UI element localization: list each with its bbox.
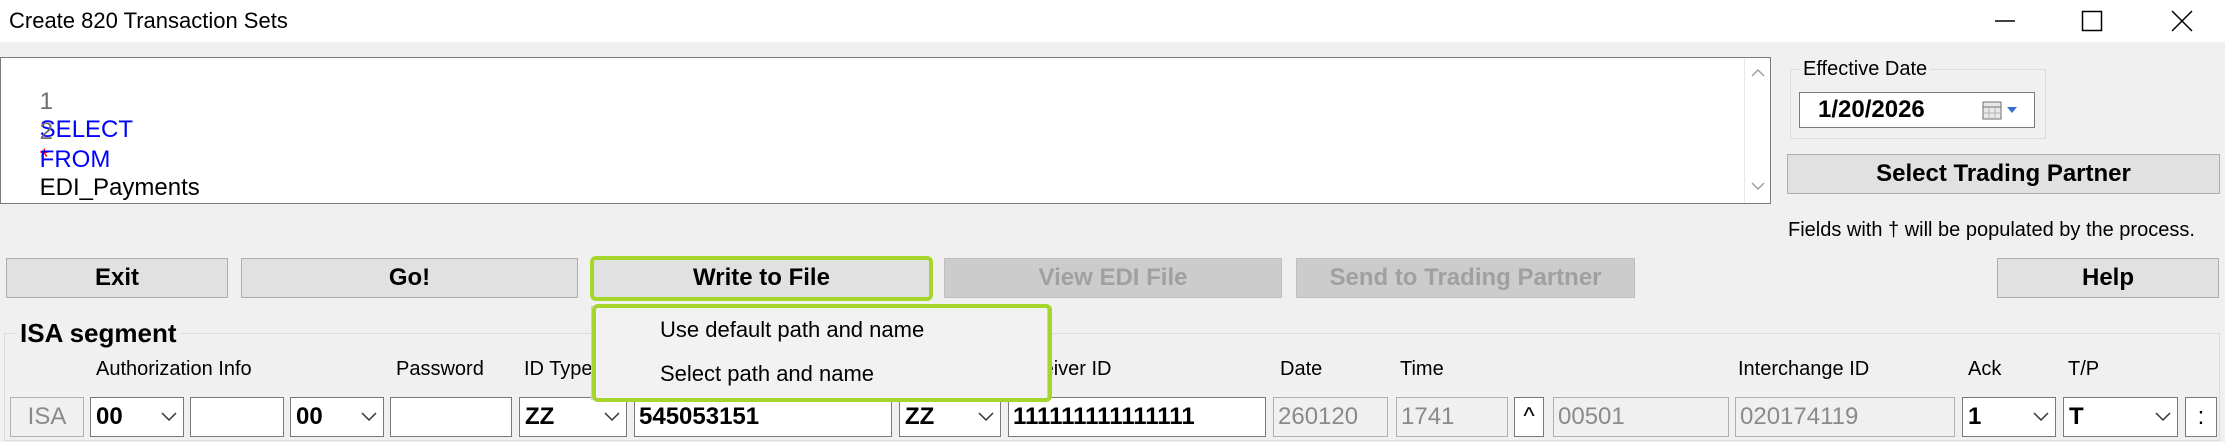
write-button-highlight (590, 256, 933, 301)
authorization-info-label: Authorization Info (96, 358, 252, 380)
effective-date-picker[interactable]: 1/20/2026 (1799, 92, 2035, 128)
line-number: 2 (39, 118, 54, 145)
chevron-down-icon (604, 412, 620, 422)
date-label: Date (1280, 358, 1323, 380)
chevron-down-icon (2033, 412, 2049, 422)
password-input[interactable] (390, 397, 512, 437)
tp-label: T/P (2068, 358, 2100, 380)
authorization-qualifier-select[interactable]: 00 (90, 397, 184, 437)
ack-label: Ack (1968, 358, 2002, 380)
interchange-id-field: 020174119 (1735, 397, 1955, 437)
chevron-down-icon (2155, 412, 2171, 422)
authorization-qualifier-value: 00 (96, 403, 123, 430)
test-production-select[interactable]: T (2063, 397, 2178, 437)
sender-id-input[interactable]: 545053151 (634, 397, 892, 437)
view-edi-file-button[interactable]: View EDI File (944, 258, 1282, 298)
maximize-button[interactable] (2057, 0, 2127, 42)
time-label: Time (1400, 358, 1444, 380)
close-button[interactable] (2147, 0, 2217, 42)
time-field: 1741 (1396, 397, 1508, 437)
editor-scrollbar[interactable] (1744, 58, 1770, 203)
minimize-icon (1995, 20, 2015, 22)
maximize-icon (2081, 10, 2103, 32)
password-qualifier-select[interactable]: 00 (290, 397, 384, 437)
chevron-down-icon (978, 412, 994, 422)
select-trading-partner-button[interactable]: Select Trading Partner (1787, 154, 2220, 194)
password-qualifier-value: 00 (296, 403, 323, 430)
scroll-down-icon[interactable] (1751, 181, 1765, 191)
ack-select[interactable]: 1 (1962, 397, 2056, 437)
authorization-info-input[interactable] (190, 397, 284, 437)
calendar-icon[interactable] (1982, 101, 2022, 121)
go-button[interactable]: Go! (241, 258, 578, 298)
test-production-value: T (2069, 403, 2084, 430)
window-title: Create 820 Transaction Sets (9, 8, 288, 33)
id-type-label: ID Type (524, 358, 593, 380)
ack-value: 1 (1968, 403, 1982, 430)
exit-button[interactable]: Exit (6, 258, 228, 298)
date-field: 260120 (1273, 397, 1388, 437)
chevron-down-icon (361, 412, 377, 422)
sql-token: EDI_Payments (39, 174, 200, 201)
receiver-id-type-select[interactable]: ZZ (899, 397, 1001, 437)
effective-date-label: Effective Date (1800, 58, 1931, 81)
menu-highlight (592, 304, 1052, 402)
receiver-id-input[interactable]: 111111111111111 (1008, 397, 1266, 437)
password-label: Password (396, 358, 484, 380)
interchange-id-label: Interchange ID (1738, 358, 1870, 380)
editor-line-2: 2 FROM EDI_Payments (13, 90, 200, 230)
send-to-trading-partner-button[interactable]: Send to Trading Partner (1296, 258, 1635, 298)
sql-editor[interactable]: 1 SELECT * 2 FROM EDI_Payments (0, 57, 1771, 204)
component-separator-input[interactable]: : (2185, 397, 2217, 437)
isa-segment-code: ISA (10, 397, 84, 437)
sender-id-type-value: ZZ (525, 403, 555, 430)
scroll-up-icon[interactable] (1751, 68, 1765, 78)
populated-fields-note: Fields with † will be populated by the p… (1788, 219, 2195, 241)
title-bar: Create 820 Transaction Sets (0, 0, 2225, 42)
chevron-down-icon (161, 412, 177, 422)
close-icon (2171, 10, 2193, 32)
help-button[interactable]: Help (1997, 258, 2219, 298)
version-field: 00501 (1553, 397, 1729, 437)
repetition-separator-input[interactable]: ^ (1514, 397, 1544, 437)
receiver-id-type-value: ZZ (905, 403, 935, 430)
sql-keyword: FROM (39, 146, 111, 173)
sender-id-type-select[interactable]: ZZ (519, 397, 627, 437)
minimize-button[interactable] (1970, 0, 2040, 42)
isa-segment-title: ISA segment (16, 318, 181, 349)
effective-date-value: 1/20/2026 (1818, 96, 1925, 123)
